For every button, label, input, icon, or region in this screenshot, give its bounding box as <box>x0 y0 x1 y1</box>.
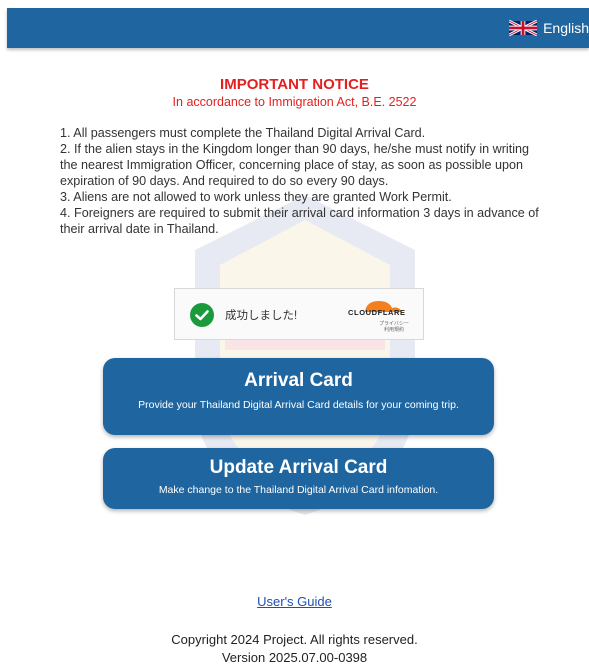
update-arrival-card-title: Update Arrival Card <box>209 457 388 478</box>
notice-subtitle: In accordance to Immigration Act, B.E. 2… <box>172 95 417 109</box>
notice-rules: 1. All passengers must complete the Thai… <box>60 125 540 237</box>
language-selector[interactable]: English <box>509 17 589 39</box>
terms-link[interactable]: 利用規約 <box>379 327 409 333</box>
top-bar: English <box>7 8 589 48</box>
notice-title: IMPORTANT NOTICE <box>220 76 369 93</box>
version-text: Version 2025.07.00-0398 <box>221 650 368 665</box>
update-arrival-card-description: Make change to the Thailand Digital Arri… <box>158 484 439 496</box>
arrival-card-title: Arrival Card <box>244 370 353 391</box>
arrival-card-button[interactable]: Arrival Card Provide your Thailand Digit… <box>103 358 494 435</box>
arrival-card-description: Provide your Thailand Digital Arrival Ca… <box>138 399 459 411</box>
cloudflare-logo-text: CLOUDFLARE <box>348 308 406 317</box>
rule-4: 4. Foreigners are required to submit the… <box>60 206 539 236</box>
update-arrival-card-button[interactable]: Update Arrival Card Make change to the T… <box>103 448 494 509</box>
rule-1: 1. All passengers must complete the Thai… <box>60 126 426 140</box>
users-guide-link[interactable]: User's Guide <box>0 594 589 609</box>
captcha-links[interactable]: プライバシー 利用規約 <box>379 321 409 333</box>
check-circle-icon <box>190 303 214 327</box>
captcha-status: 成功しました! <box>225 310 298 322</box>
uk-flag-icon <box>509 19 538 37</box>
captcha-widget[interactable]: 成功しました! CLOUDFLARE プライバシー 利用規約 <box>174 288 424 340</box>
copyright-text: Copyright 2024 Project. All rights reser… <box>171 632 418 647</box>
language-label[interactable]: English <box>543 20 589 36</box>
rule-2: 2. If the alien stays in the Kingdom lon… <box>60 142 530 188</box>
rule-3: 3. Aliens are not allowed to work unless… <box>60 190 452 204</box>
